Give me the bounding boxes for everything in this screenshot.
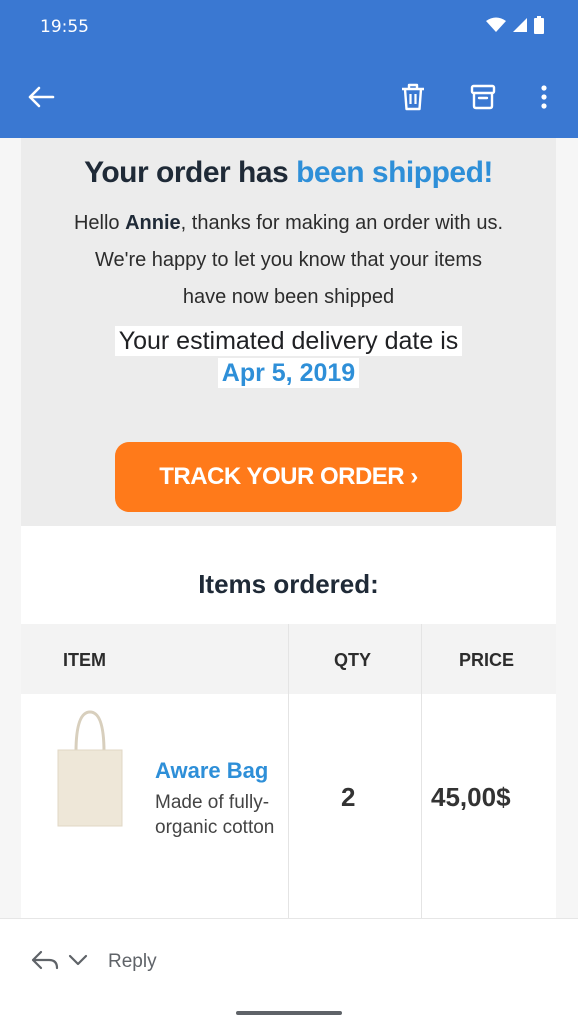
- more-options-button[interactable]: [521, 74, 567, 120]
- column-divider: [421, 624, 422, 918]
- chevron-down-icon[interactable]: [68, 953, 88, 967]
- column-divider: [288, 624, 289, 918]
- email-body: Your order has been shipped! Hello Annie…: [0, 138, 578, 918]
- track-order-button[interactable]: TRACK YOUR ORDER ›: [115, 442, 462, 512]
- heading-text: Your order has: [84, 156, 297, 189]
- arrow-left-icon: [28, 86, 55, 108]
- app-bar: [0, 56, 578, 138]
- item-name[interactable]: Aware Bag: [155, 758, 268, 784]
- item-price: 45,00$: [431, 782, 511, 812]
- items-title: Items ordered:: [198, 569, 379, 599]
- trash-icon: [402, 83, 424, 111]
- delivery-estimate: Your estimated delivery date is Apr 5, 2…: [21, 326, 556, 388]
- wifi-icon: [486, 17, 506, 32]
- gesture-nav-bar[interactable]: [236, 1011, 342, 1015]
- heading-accent: been shipped!: [296, 156, 493, 189]
- greeting-text: Hello Annie, thanks for making an order …: [71, 205, 506, 316]
- delete-button[interactable]: [390, 74, 436, 120]
- header-price: PRICE: [459, 650, 515, 670]
- item-qty: 2: [341, 782, 356, 812]
- eta-date: Apr 5, 2019: [217, 358, 360, 388]
- item-description: Made of fully-organic cotton: [155, 792, 275, 838]
- reply-button[interactable]: Reply: [108, 951, 157, 973]
- status-bar: 19:55: [0, 0, 578, 56]
- tote-bag-image: [57, 710, 123, 827]
- more-vert-icon: [541, 85, 547, 109]
- greeting-prefix: Hello: [73, 212, 126, 234]
- status-time: 19:55: [40, 17, 89, 37]
- shipping-hero: Your order has been shipped! Hello Annie…: [21, 138, 556, 526]
- reply-bar: Reply: [0, 918, 578, 1024]
- email-heading: Your order has been shipped!: [21, 156, 556, 190]
- battery-icon: [534, 16, 544, 34]
- customer-name: Annie: [125, 212, 181, 234]
- eta-label: Your estimated delivery date is: [114, 326, 463, 356]
- header-qty: QTY: [334, 650, 372, 670]
- signal-icon: [513, 18, 527, 32]
- back-button[interactable]: [18, 74, 64, 120]
- archive-icon: [470, 84, 496, 110]
- items-section: Items ordered:: [21, 526, 556, 624]
- archive-button[interactable]: [460, 74, 506, 120]
- reply-icon[interactable]: [30, 949, 60, 971]
- status-icons: [486, 16, 544, 34]
- header-item: ITEM: [63, 650, 106, 670]
